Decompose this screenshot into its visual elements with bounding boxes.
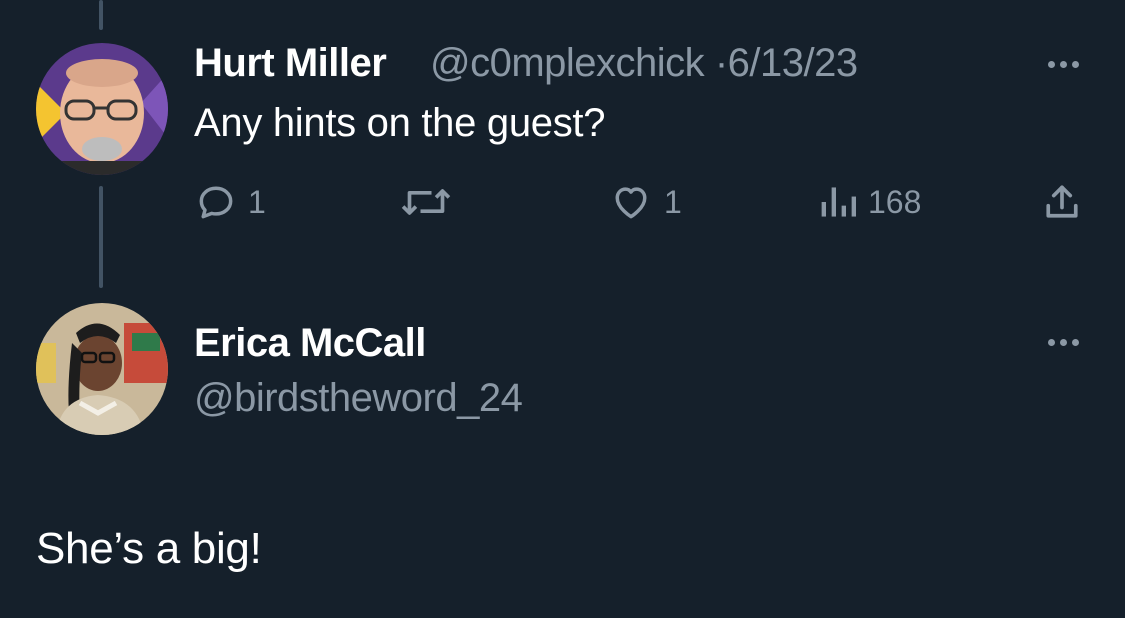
reply-count: 1 (248, 183, 266, 220)
dot (1071, 338, 1079, 346)
reply-button[interactable]: 1 (194, 178, 266, 226)
meta-separator: · (714, 41, 728, 85)
views-count: 168 (868, 183, 922, 220)
dot (1059, 338, 1067, 346)
author-handle-text[interactable]: @c0mplexchick (430, 41, 705, 85)
author-name[interactable]: Hurt Miller (194, 39, 387, 87)
views-button[interactable]: 168 (818, 178, 921, 226)
more-options-button[interactable] (1041, 330, 1085, 354)
retweet-button[interactable] (398, 178, 464, 226)
views-icon (821, 187, 856, 217)
avatar[interactable] (36, 303, 168, 435)
author-handle[interactable]: @c0mplexchick ·6/13/23 (430, 39, 858, 87)
author-handle[interactable]: @birdstheword_24 (194, 374, 523, 422)
tweet-text: She’s a big! (36, 524, 262, 573)
author-name[interactable]: Erica McCall (194, 319, 426, 367)
like-count: 1 (664, 183, 682, 220)
tweet-date[interactable]: 6/13/23 (728, 41, 858, 85)
more-options-button[interactable] (1041, 52, 1085, 76)
thread-line (99, 186, 103, 288)
heart-icon (615, 187, 647, 219)
dot (1047, 60, 1055, 68)
reply-icon (199, 186, 233, 219)
avatar[interactable] (36, 43, 168, 175)
tweet-text: Any hints on the guest? (194, 101, 606, 145)
dot (1071, 60, 1079, 68)
like-button[interactable]: 1 (608, 178, 682, 226)
dot (1047, 338, 1055, 346)
retweet-icon (401, 189, 451, 215)
dot (1059, 60, 1067, 68)
thread-line (99, 0, 103, 30)
share-button[interactable] (1040, 178, 1084, 226)
share-icon (1046, 185, 1078, 218)
